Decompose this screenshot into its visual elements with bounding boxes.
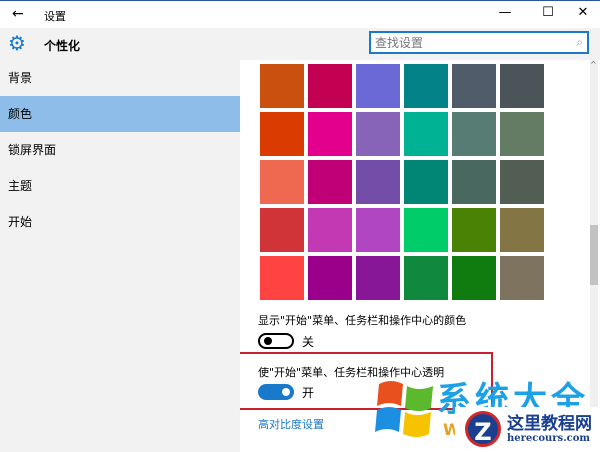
watermark-site-url: herecours.com (507, 433, 591, 444)
color-swatch[interactable] (356, 160, 400, 204)
watermark-site-name: 这里教程网 (507, 414, 592, 434)
transparency-state: 开 (302, 386, 315, 400)
accent-color-grid (260, 60, 544, 300)
color-swatch[interactable] (308, 64, 352, 108)
color-swatch[interactable] (452, 64, 496, 108)
color-swatch[interactable] (308, 256, 352, 300)
page-title: 个性化 (44, 39, 81, 53)
scrollbar-thumb[interactable] (590, 225, 598, 285)
maximize-button[interactable]: ☐ (533, 5, 563, 25)
color-swatch[interactable] (308, 112, 352, 156)
show-color-state: 关 (302, 335, 315, 349)
scroll-up-icon[interactable]: ^ (590, 60, 597, 69)
color-swatch[interactable] (500, 256, 544, 300)
color-swatch[interactable] (260, 112, 304, 156)
close-button[interactable]: ✕ (568, 5, 598, 25)
color-swatch[interactable] (500, 112, 544, 156)
scrollbar[interactable]: ^ (590, 60, 598, 452)
color-swatch[interactable] (500, 64, 544, 108)
search-input[interactable] (371, 33, 561, 52)
color-swatch[interactable] (356, 64, 400, 108)
color-swatch[interactable] (404, 208, 448, 252)
color-swatch[interactable] (308, 208, 352, 252)
color-swatch[interactable] (356, 112, 400, 156)
sidebar: 背景 颜色 锁屏界面 主题 开始 (0, 60, 240, 452)
transparency-toggle[interactable] (258, 384, 294, 400)
highlight-box (240, 352, 493, 410)
color-swatch[interactable] (260, 160, 304, 204)
sidebar-item-colors[interactable]: 颜色 (0, 96, 240, 132)
window-title: 设置 (44, 10, 66, 23)
color-swatch[interactable] (260, 64, 304, 108)
high-contrast-link[interactable]: 高对比度设置 (258, 416, 324, 432)
watermark-herecours: Z 这里教程网 herecours.com (455, 407, 600, 452)
color-swatch[interactable] (452, 208, 496, 252)
sidebar-item-themes[interactable]: 主题 (0, 168, 240, 204)
sidebar-item-start[interactable]: 开始 (0, 204, 240, 240)
z-logo-icon: Z (465, 411, 501, 447)
color-swatch[interactable] (404, 64, 448, 108)
minimize-button[interactable]: — (490, 5, 520, 25)
transparency-label: 使"开始"菜单、任务栏和操作中心透明 (258, 366, 445, 379)
color-swatch[interactable] (404, 256, 448, 300)
toggle-knob (264, 337, 272, 345)
color-swatch[interactable] (260, 208, 304, 252)
color-swatch[interactable] (452, 112, 496, 156)
search-box[interactable]: ⌕ (369, 31, 589, 54)
color-swatch[interactable] (452, 256, 496, 300)
color-swatch[interactable] (260, 256, 304, 300)
search-icon[interactable]: ⌕ (576, 35, 583, 50)
sidebar-item-background[interactable]: 背景 (0, 60, 240, 96)
color-swatch[interactable] (404, 160, 448, 204)
color-swatch[interactable] (404, 112, 448, 156)
color-swatch[interactable] (356, 208, 400, 252)
color-swatch[interactable] (500, 208, 544, 252)
toggle-knob (282, 388, 290, 396)
show-color-toggle[interactable] (258, 333, 294, 349)
gear-icon: ⚙ (8, 31, 26, 55)
color-swatch[interactable] (452, 160, 496, 204)
content-pane: 显示"开始"菜单、任务栏和操作中心的颜色 关 使"开始"菜单、任务栏和操作中心透… (240, 60, 600, 452)
sidebar-item-lock-screen[interactable]: 锁屏界面 (0, 132, 240, 168)
color-swatch[interactable] (500, 160, 544, 204)
color-swatch[interactable] (308, 160, 352, 204)
page-header: ⚙ 个性化 ⌕ (0, 28, 600, 60)
color-swatch[interactable] (356, 256, 400, 300)
title-bar: ← 设置 — ☐ ✕ (0, 0, 600, 28)
back-button[interactable]: ← (12, 6, 24, 22)
show-color-label: 显示"开始"菜单、任务栏和操作中心的颜色 (258, 314, 467, 327)
